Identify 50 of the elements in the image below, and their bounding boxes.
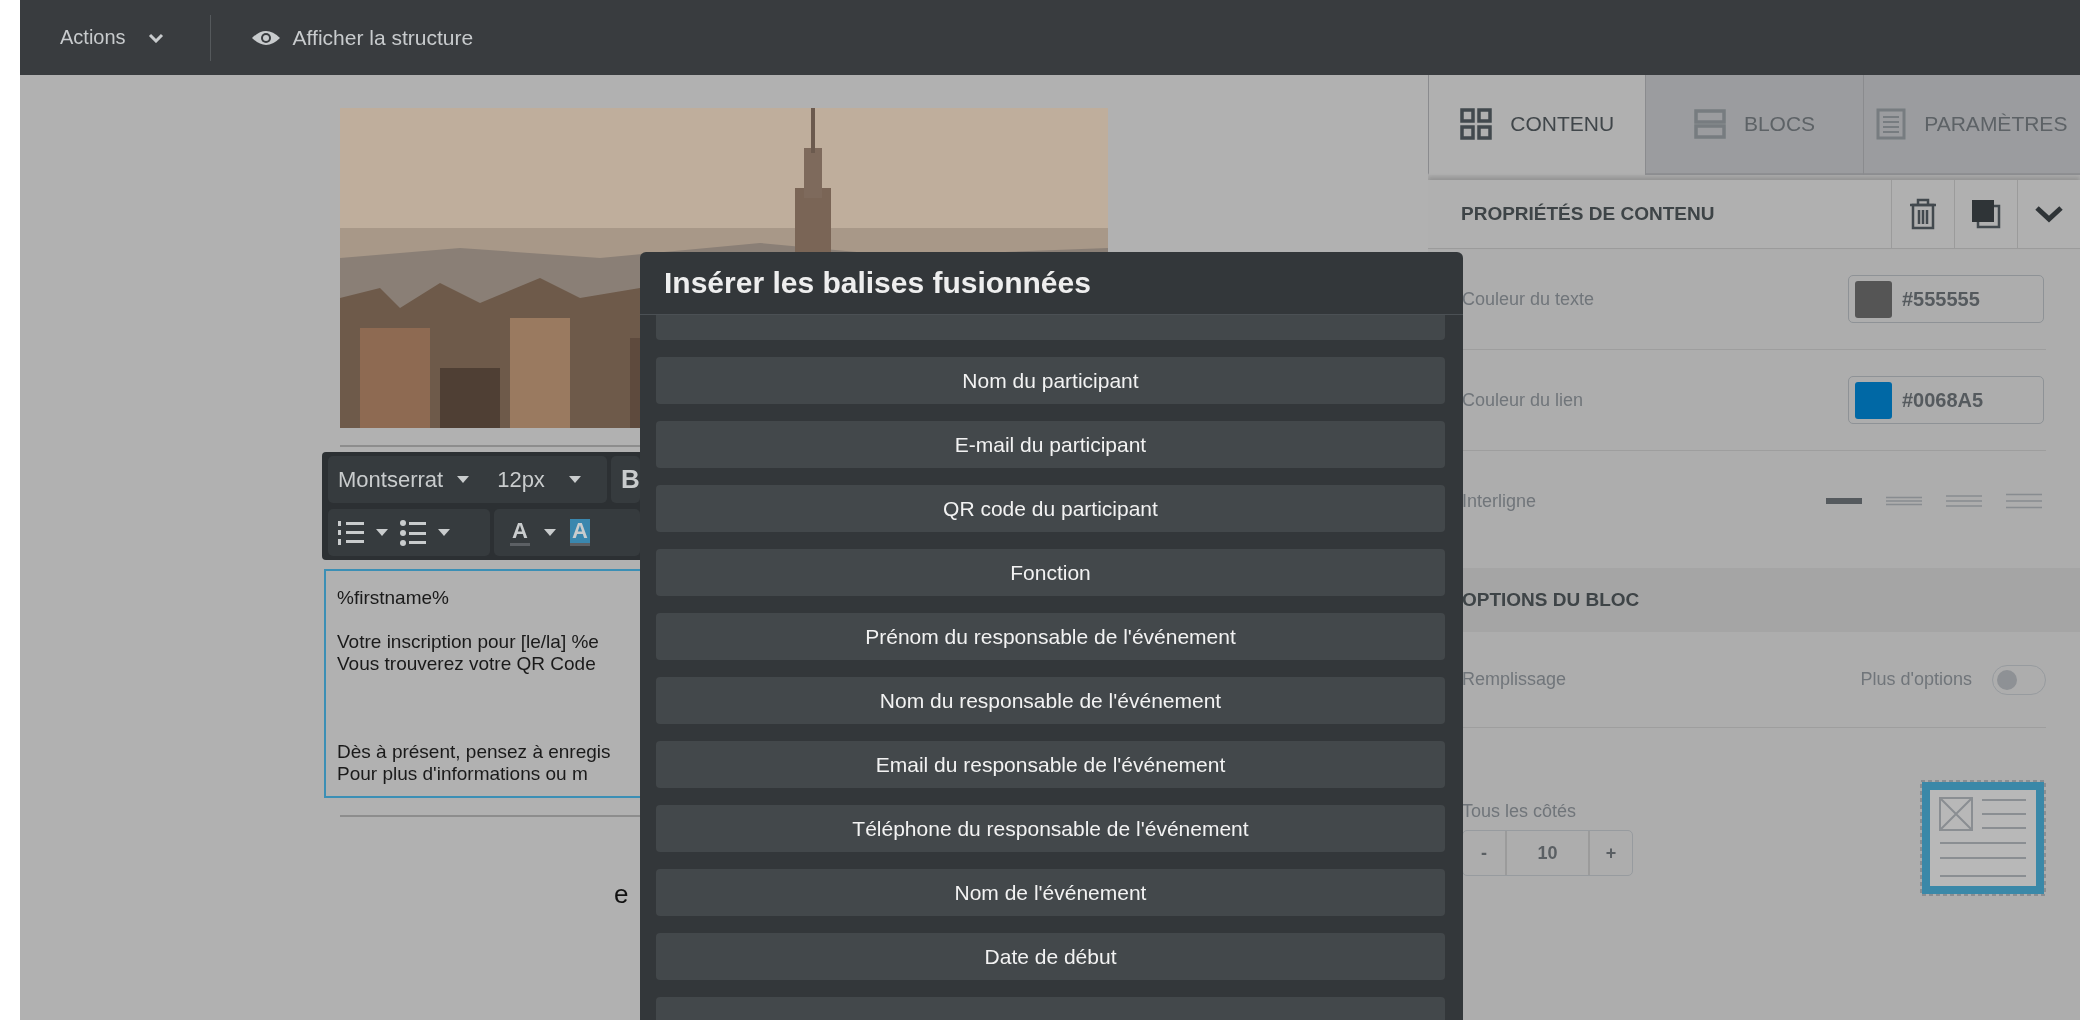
merge-tag-button[interactable]: Téléphone du responsable de l'événement <box>656 805 1445 852</box>
numbered-list-icon[interactable] <box>338 519 364 546</box>
trash-icon <box>1909 198 1937 230</box>
property-label: Tous les côtés <box>1462 801 1578 822</box>
dialog-title: Insérer les balises fusionnées <box>664 266 1091 300</box>
chevron-down-icon <box>2034 205 2064 223</box>
padding-preview-icon <box>1920 780 2046 896</box>
section-title: OPTIONS DU BLOC <box>1462 589 1640 611</box>
property-label: Interligne <box>1462 490 1537 512</box>
show-structure-button[interactable]: Afficher la structure <box>250 25 474 50</box>
color-swatch <box>1855 381 1892 419</box>
text-line: %firstname% <box>337 587 450 609</box>
chevron-down-icon <box>147 32 164 43</box>
body-text: e <box>614 879 630 910</box>
property-label: Couleur du lien <box>1462 389 1584 411</box>
grid-icon <box>1460 108 1493 140</box>
caret-icon[interactable] <box>438 529 450 536</box>
text-line: Dès à présent, pensez à enregis <box>337 741 612 763</box>
merge-tag-button[interactable]: QR code du participant <box>656 485 1445 532</box>
section-title: PROPRIÉTÉS DE CONTENU <box>1460 203 1716 225</box>
font-size-dropdown[interactable]: 12px <box>497 466 545 493</box>
property-label: Remplissage <box>1462 669 1567 690</box>
text-line: Votre inscription pour [le/la] %e <box>337 631 600 653</box>
font-dropdown[interactable]: Montserrat <box>338 466 444 493</box>
text-line: Pour plus d'informations ou m <box>337 763 589 785</box>
text-line: Vous trouverez votre QR Code <box>337 653 597 675</box>
caret-icon[interactable] <box>568 476 581 483</box>
merge-tag-button[interactable]: Date de début <box>656 933 1445 980</box>
color-value: #0068A5 <box>1902 388 1984 412</box>
bullet-list-icon[interactable] <box>400 519 426 546</box>
merge-tag-button[interactable]: E-mail du participant <box>656 421 1445 468</box>
toggle-label: Plus d'options <box>1860 669 1972 690</box>
merge-tag-button[interactable]: Nom du participant <box>656 357 1445 404</box>
text-color-button[interactable]: A <box>510 519 530 546</box>
caret-icon[interactable] <box>457 476 470 483</box>
color-value: #555555 <box>1902 287 1980 311</box>
caret-icon[interactable] <box>376 529 388 536</box>
merge-tag-button[interactable]: Nom de l'événement <box>656 869 1445 916</box>
property-label: Couleur du texte <box>1462 288 1595 310</box>
merge-tag-button[interactable]: Fonction <box>656 549 1445 596</box>
document-icon <box>1876 108 1907 140</box>
merge-tag-button[interactable]: Nom du responsable de l'événement <box>656 677 1445 724</box>
merge-tag-button[interactable]: Prénom du responsable de l'événement <box>656 613 1445 660</box>
caret-icon[interactable] <box>543 529 556 536</box>
eye-icon <box>250 28 281 47</box>
duplicate-icon <box>1971 199 2001 229</box>
merge-tag-button[interactable]: Email du responsable de l'événement <box>656 741 1445 788</box>
actions-button[interactable]: Actions <box>60 26 164 49</box>
color-swatch <box>1855 280 1892 318</box>
blocks-icon <box>1693 109 1726 139</box>
